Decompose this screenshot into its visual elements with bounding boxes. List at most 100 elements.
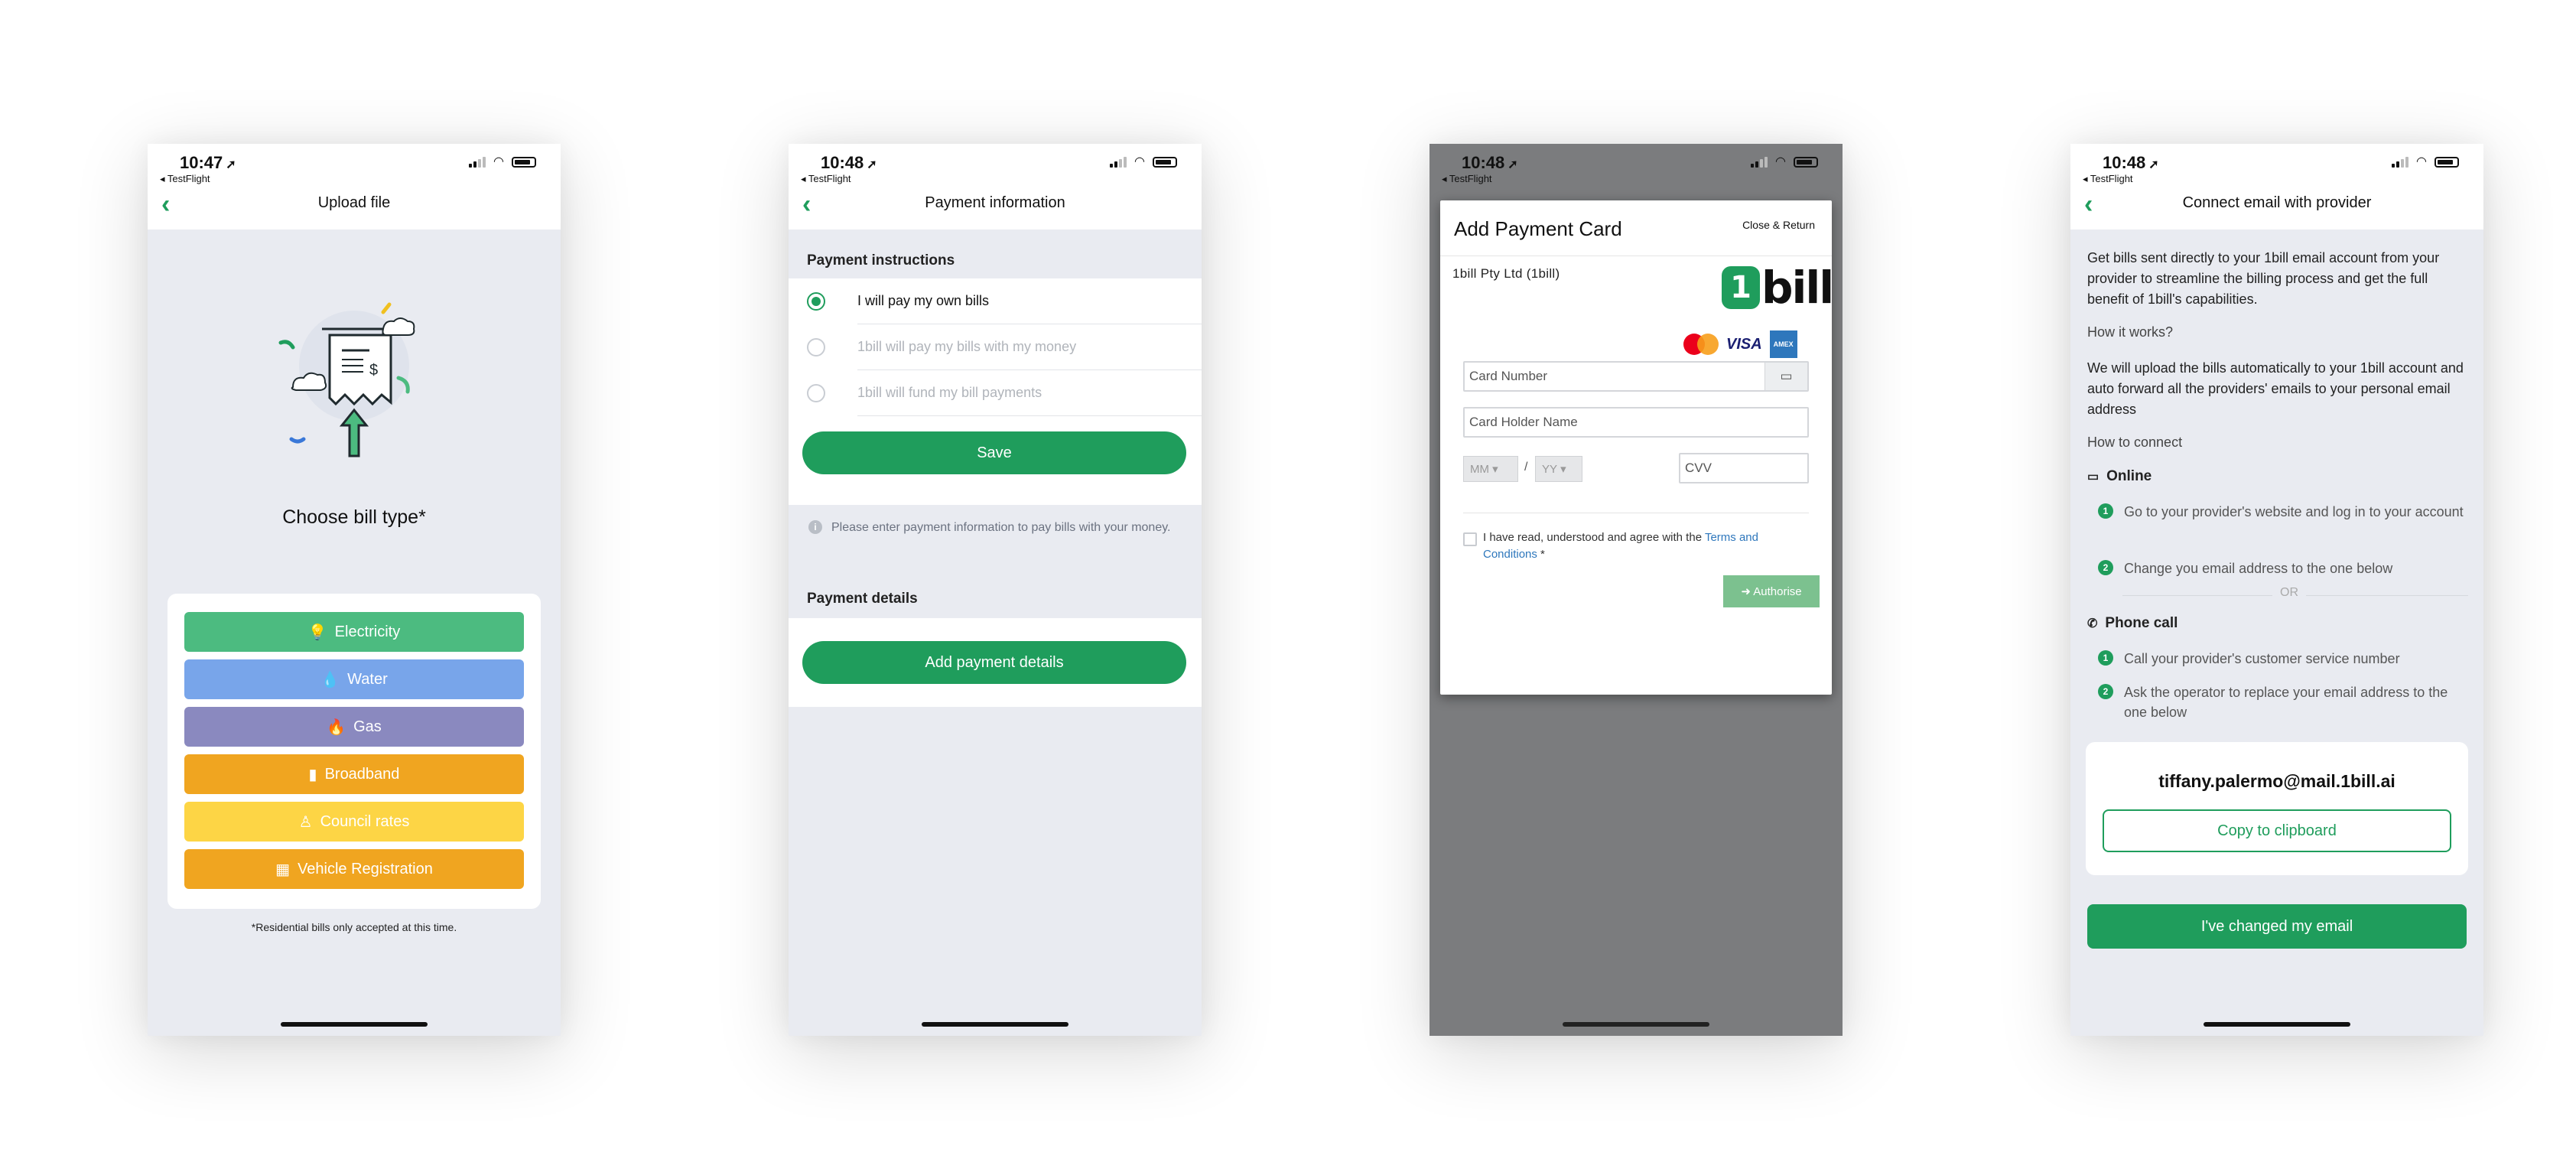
option-1bill-pay-label[interactable]: 1bill will pay my bills with my money — [857, 324, 1202, 370]
home-indicator[interactable] — [1563, 1022, 1709, 1027]
signal-icon — [469, 157, 486, 168]
changed-email-button[interactable]: I've changed my email — [2087, 904, 2467, 949]
terms-checkbox[interactable] — [1463, 532, 1477, 546]
copy-to-clipboard-button[interactable]: Copy to clipboard — [2103, 809, 2451, 852]
connect-email-screen: 10:48 ➚ ◂ TestFlight ◠ ‹ Connect email wi… — [2070, 144, 2483, 1036]
status-time: 10:48 ➚ — [821, 153, 877, 172]
phone-call-heading: ✆ Phone call — [2087, 615, 2178, 631]
how-to-connect-label: How to connect — [2087, 435, 2183, 450]
signal-icon — [1751, 157, 1768, 168]
battery-icon — [1794, 157, 1818, 168]
wifi-icon: ◠ — [493, 155, 504, 168]
status-time: 10:48 ➚ — [2103, 153, 2159, 172]
authorise-button[interactable]: ➜ Authorise — [1723, 575, 1820, 607]
email-card: tiffany.palermo@mail.1bill.ai Copy to cl… — [2086, 742, 2468, 875]
add-payment-card-screen: 10:48 ➚ ◂ TestFlight ◠ Add Payment Card C… — [1429, 144, 1843, 1036]
mastercard-icon — [1683, 334, 1719, 355]
location-icon: ➚ — [1508, 158, 1518, 171]
bill-type-label: Electricity — [334, 623, 401, 640]
water-drop-icon: 💧 — [320, 671, 340, 689]
testflight-back-link[interactable]: ◂ TestFlight — [2083, 173, 2133, 185]
council-icon: ♙ — [298, 813, 313, 831]
how-it-works-label: How it works? — [2087, 324, 2174, 340]
bill-type-gas[interactable]: 🔥 Gas — [184, 707, 524, 747]
bill-type-label: Council rates — [320, 812, 410, 830]
bill-type-label: Gas — [353, 718, 382, 735]
battery-icon — [2435, 157, 2459, 168]
testflight-back-link[interactable]: ◂ TestFlight — [801, 173, 851, 185]
card-number-input[interactable]: Card Number ▭ — [1463, 361, 1809, 392]
signal-icon — [2392, 157, 2409, 168]
flame-icon: 🔥 — [327, 718, 346, 736]
bill-type-card: 💡 Electricity 💧 Water 🔥 Gas ▮ Broadband ♙ Cou… — [168, 594, 541, 909]
close-return-button[interactable]: Close & Return — [1742, 219, 1815, 231]
bill-type-label: Vehicle Registration — [298, 860, 433, 877]
status-icons: ◠ — [1110, 156, 1177, 168]
radio-1bill-pay[interactable] — [807, 338, 825, 356]
bill-type-broadband[interactable]: ▮ Broadband — [184, 754, 524, 794]
terms-text: I have read, understood and agree with t… — [1483, 531, 1758, 561]
amex-icon: AMEX — [1769, 330, 1797, 358]
bill-type-label: Broadband — [324, 765, 400, 783]
credit-card-icon: ▭ — [1764, 363, 1807, 390]
intro-text: Get bills sent directly to your 1bill em… — [2087, 250, 2440, 307]
online-heading: ▭ Online — [2087, 468, 2152, 484]
battery-icon — [1153, 157, 1177, 168]
visa-icon: VISA — [1726, 335, 1762, 353]
battery-icon — [512, 157, 536, 168]
testflight-back-link[interactable]: ◂ TestFlight — [160, 173, 210, 185]
expiry-month-select[interactable]: MM ▾ — [1463, 456, 1518, 482]
forwarding-email: tiffany.palermo@mail.1bill.ai — [2158, 771, 2395, 791]
svg-text:$: $ — [369, 362, 378, 379]
add-payment-card-modal: Add Payment Card Close & Return 1bill Pt… — [1440, 200, 1834, 695]
radio-1bill-fund[interactable] — [807, 384, 825, 402]
bill-type-electricity[interactable]: 💡 Electricity — [184, 612, 524, 652]
bill-type-water[interactable]: 💧 Water — [184, 659, 524, 699]
laptop-icon: ▭ — [2087, 470, 2100, 483]
status-time: 10:47 ➚ — [180, 153, 236, 172]
choose-bill-type-heading: Choose bill type* — [282, 506, 426, 528]
card-holder-input[interactable]: Card Holder Name — [1463, 407, 1809, 438]
testflight-back-link[interactable]: ◂ TestFlight — [1442, 173, 1492, 185]
home-indicator[interactable] — [2204, 1022, 2350, 1027]
add-payment-details-button[interactable]: Add payment details — [802, 641, 1186, 684]
expiry-year-select[interactable]: YY ▾ — [1535, 456, 1582, 482]
payment-instructions-heading: Payment instructions — [807, 252, 955, 269]
residential-note: *Residential bills only accepted at this… — [251, 921, 457, 933]
status-icons: ◠ — [1751, 156, 1818, 168]
home-indicator[interactable] — [281, 1022, 428, 1027]
page-title: Upload file — [317, 194, 391, 211]
radio-pay-own[interactable] — [807, 292, 825, 311]
phone-step-1: Call your provider's customer service nu… — [2124, 651, 2400, 666]
header-bar: 10:48 ➚ ◂ TestFlight ◠ ‹ Connect email wi… — [2070, 144, 2483, 230]
home-indicator[interactable] — [922, 1022, 1068, 1027]
wifi-icon: ◠ — [2416, 155, 2427, 168]
upload-explanation: We will upload the bills automatically t… — [2087, 360, 2464, 417]
receipt-upload-illustration: $ — [278, 302, 415, 457]
cvv-input[interactable]: CVV — [1679, 453, 1809, 483]
payment-details-heading: Payment details — [807, 591, 918, 607]
status-icons: ◠ — [469, 156, 536, 168]
status-icons: ◠ — [2392, 156, 2459, 168]
bulb-icon: 💡 — [307, 623, 327, 641]
bill-type-council-rates[interactable]: ♙ Council rates — [184, 802, 524, 842]
payment-info-text: Please enter payment information to pay … — [831, 521, 1171, 534]
option-1bill-fund-label[interactable]: 1bill will fund my bill payments — [857, 370, 1202, 416]
bill-type-vehicle-registration[interactable]: ▦ Vehicle Registration — [184, 849, 524, 889]
payment-details-panel: Add payment details — [789, 618, 1202, 707]
save-button[interactable]: Save — [802, 431, 1186, 474]
phone-step-2: Ask the operator to replace your email a… — [2124, 685, 2448, 720]
option-pay-own-label[interactable]: I will pay my own bills — [857, 278, 1202, 324]
location-icon: ➚ — [2148, 158, 2159, 171]
or-label: OR — [2272, 586, 2306, 600]
location-icon: ➚ — [867, 158, 877, 171]
upload-file-screen: 10:47 ➚ ◂ TestFlight ◠ ‹ Upload file $ Ch… — [148, 144, 561, 1036]
payment-options-panel: I will pay my own bills 1bill will pay m… — [789, 278, 1202, 505]
online-step-2: Change you email address to the one belo… — [2124, 561, 2393, 576]
wifi-icon: ◠ — [1775, 155, 1786, 168]
showcase-canvas: 10:47 ➚ ◂ TestFlight ◠ ‹ Upload file $ Ch… — [0, 0, 2576, 1172]
step-number-icon: 2 — [2098, 560, 2113, 575]
phone-icon: ✆ — [2087, 617, 2098, 630]
step-number-icon: 1 — [2098, 650, 2113, 666]
step-number-icon: 1 — [2098, 503, 2113, 519]
